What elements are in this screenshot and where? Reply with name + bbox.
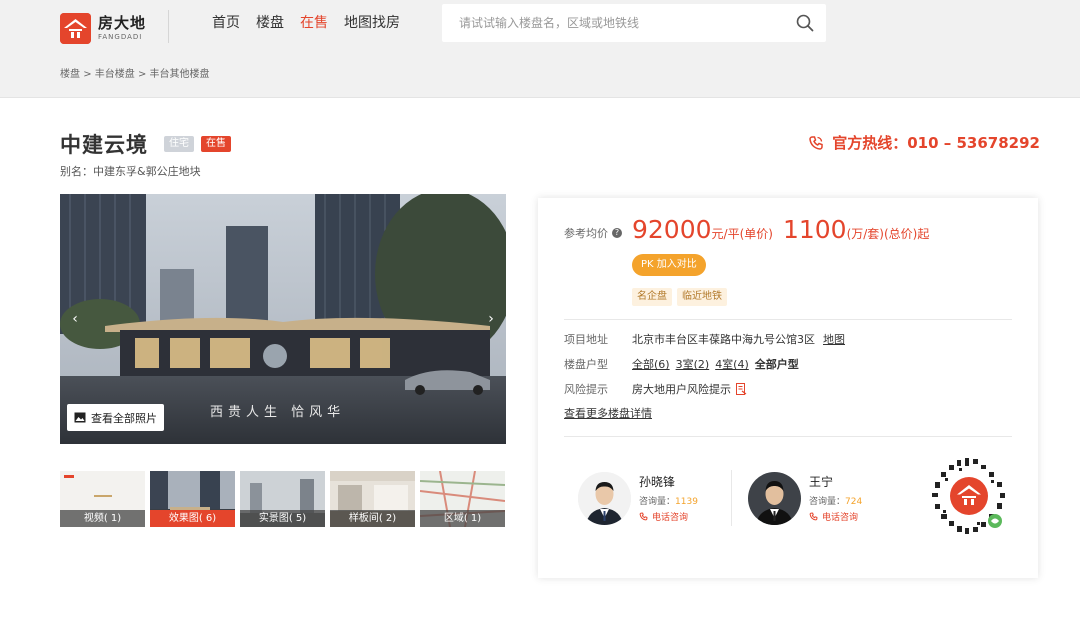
thumb-label: 样板间( 2): [330, 510, 415, 527]
mini-program-qr-code-icon[interactable]: [929, 456, 1009, 536]
main-nav: 首页 楼盘 在售 地图找房: [212, 13, 416, 33]
layout-filter-all[interactable]: 全部(6): [632, 356, 670, 372]
breadcrumb-separator: >: [137, 69, 147, 80]
phone-consult-label: 电话咨询: [652, 513, 689, 523]
divider: [564, 319, 1012, 320]
search-box: [442, 4, 826, 42]
nav-map-search[interactable]: 地图找房: [344, 13, 400, 33]
breadcrumb-item[interactable]: 楼盘: [60, 69, 80, 80]
total-price-unit: (万/套)(总价)起: [846, 227, 930, 241]
layout-filter-3br[interactable]: 3室(2): [676, 356, 710, 372]
risk-notice-link[interactable]: 房大地用户风险提示: [632, 381, 731, 397]
count-value: 724: [845, 497, 863, 507]
view-all-label: 查看全部照片: [91, 411, 157, 425]
hotline[interactable]: 官方热线：010 – 53678292: [808, 132, 1040, 153]
view-all-photos-button[interactable]: 查看全部照片: [67, 404, 164, 431]
thumb-label: 区域( 1): [420, 510, 505, 527]
thumb-label: 效果图( 6): [150, 510, 235, 527]
help-icon[interactable]: ?: [612, 228, 622, 238]
photo-slogan: 西贵人生 恰风华: [210, 405, 346, 420]
nav-on-sale[interactable]: 在售: [300, 13, 328, 33]
agent-consult-count: 咨询量：724: [809, 494, 862, 507]
agent-card: 王宁 咨询量：724 电话咨询: [748, 470, 862, 526]
hotline-text: 官方热线：010 – 53678292: [832, 134, 1040, 152]
feature-tag: 临近地铁: [677, 288, 727, 306]
risk-label: 风险提示: [564, 383, 608, 396]
count-value: 1139: [675, 497, 698, 507]
price-label: 参考均价 ?: [564, 225, 622, 241]
thumb-area-map[interactable]: 区域( 1): [420, 471, 505, 527]
feature-tag: 名企盘: [632, 288, 672, 306]
image-icon: [74, 412, 86, 423]
main-photo[interactable]: ‹ › 西贵人生 恰风华 查看全部照片: [60, 194, 506, 444]
phone-icon: [809, 512, 818, 521]
layout-label: 楼盘户型: [564, 358, 608, 371]
agent-divider: [731, 470, 732, 526]
map-link[interactable]: 地图: [823, 331, 845, 347]
thumb-label: 视频( 1): [60, 510, 145, 527]
header-divider: [168, 10, 169, 43]
all-layouts-link[interactable]: 全部户型: [755, 356, 799, 372]
search-input[interactable]: [442, 4, 772, 42]
nav-projects[interactable]: 楼盘: [256, 13, 284, 33]
address-label: 项目地址: [564, 333, 608, 346]
thumb-renderings[interactable]: 效果图( 6): [150, 471, 235, 527]
add-to-compare-button[interactable]: PK 加入对比: [632, 254, 706, 276]
site-logo[interactable]: 房大地 FANGDADI: [60, 12, 170, 44]
risk-row: 风险提示 房大地用户风险提示: [564, 381, 747, 397]
document-icon[interactable]: [735, 383, 747, 395]
project-title: 中建云境: [60, 133, 148, 157]
count-label: 咨询量：: [639, 497, 676, 507]
property-type-badge: 住宅: [164, 136, 194, 152]
project-alias: 别名：中建东孚&郭公庄地块: [60, 165, 201, 178]
thumb-site-photos[interactable]: 实景图( 5): [240, 471, 325, 527]
agent-avatar: [748, 471, 801, 525]
logo-subtitle: FANGDADI: [98, 32, 143, 41]
breadcrumb-item[interactable]: 丰台楼盘: [95, 69, 135, 80]
layout-filter-4br[interactable]: 4室(4): [715, 356, 749, 372]
divider: [564, 436, 1012, 437]
logo-house-icon: [60, 12, 91, 44]
sale-status-badge: 在售: [201, 136, 231, 152]
agent-avatar: [578, 471, 631, 525]
logo-name: 房大地: [98, 13, 147, 32]
agent-consult-count: 咨询量：1139: [639, 494, 698, 507]
feature-tags: 名企盘 临近地铁: [632, 288, 727, 306]
agent-card: 孙晓锋 咨询量：1139 电话咨询: [578, 470, 698, 526]
more-details-link[interactable]: 查看更多楼盘详情: [564, 405, 652, 421]
price-display: 92000 元/平(单价) 1100 (万/套)(总价)起: [632, 215, 939, 244]
prev-photo-arrow-icon[interactable]: ‹: [67, 309, 83, 329]
total-price: 1100: [782, 215, 847, 244]
unit-price-unit: 元/平(单价): [711, 227, 773, 241]
next-photo-arrow-icon[interactable]: ›: [483, 309, 499, 329]
thumb-label: 实景图( 5): [240, 510, 325, 527]
agent-name: 王宁: [809, 475, 834, 489]
address-value: 北京市丰台区丰葆路中海九号公馆3区: [632, 333, 815, 346]
layout-row: 楼盘户型 全部(6) 3室(2) 4室(4) 全部户型: [564, 356, 799, 372]
phone-consult-button[interactable]: 电话咨询: [639, 510, 698, 523]
breadcrumb-separator: >: [83, 69, 92, 80]
phone-consult-button[interactable]: 电话咨询: [809, 510, 862, 523]
phone-consult-label: 电话咨询: [822, 513, 859, 523]
price-label-text: 参考均价: [564, 227, 608, 240]
breadcrumb: 楼盘 > 丰台楼盘 > 丰台其他楼盘: [60, 65, 210, 80]
thumb-video[interactable]: 视频( 1): [60, 471, 145, 527]
agent-name: 孙晓锋: [639, 475, 676, 489]
address-row: 项目地址 北京市丰台区丰葆路中海九号公馆3区 地图: [564, 331, 851, 347]
count-label: 咨询量：: [809, 497, 846, 507]
breadcrumb-item[interactable]: 丰台其他楼盘: [150, 69, 210, 80]
search-icon[interactable]: [796, 14, 814, 32]
photo-thumbnails: 视频( 1) 效果图( 6) 实景图( 5) 样板间( 2) 区域( 1): [60, 471, 506, 527]
project-info-card: 参考均价 ? 92000 元/平(单价) 1100 (万/套)(总价)起 PK …: [538, 198, 1038, 578]
phone-icon: [639, 512, 648, 521]
nav-home[interactable]: 首页: [212, 13, 240, 33]
thumb-showroom[interactable]: 样板间( 2): [330, 471, 415, 527]
top-header: 房大地 FANGDADI 首页 楼盘 在售 地图找房 楼盘 > 丰台楼盘 > 丰…: [0, 0, 1080, 98]
phone-icon: [809, 135, 823, 150]
unit-price: 92000: [632, 215, 712, 244]
